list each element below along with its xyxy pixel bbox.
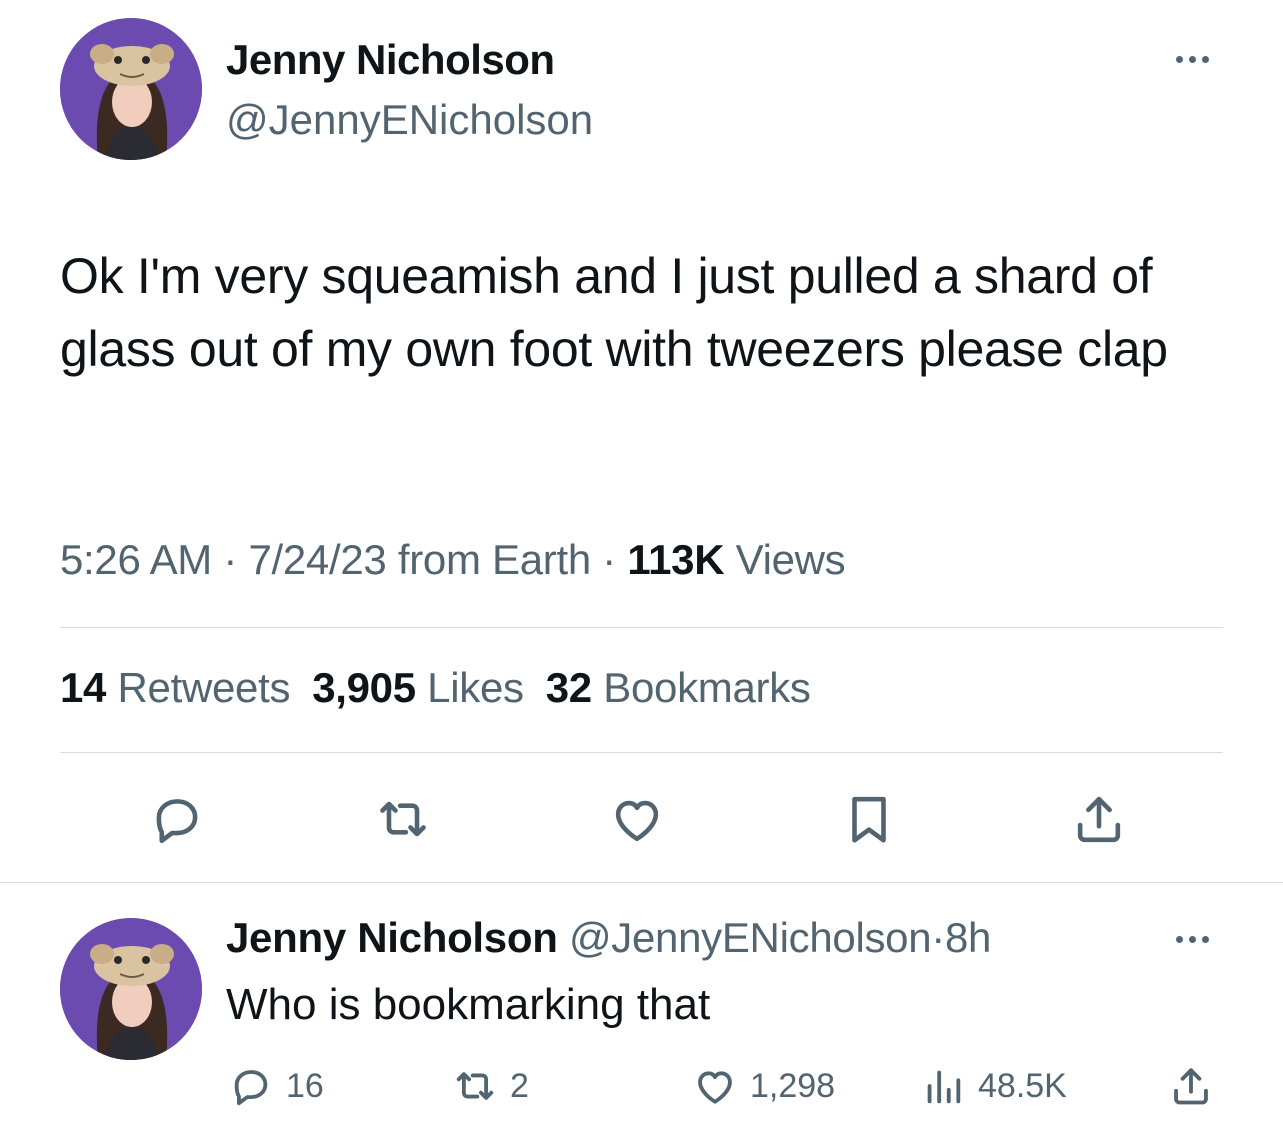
tweet-time[interactable]: 5:26 AM (60, 536, 212, 583)
tweet-meta: 5:26 AM · 7/24/23 from Earth · 113K View… (60, 536, 846, 584)
retweets-label: Retweets (117, 664, 291, 711)
tweet-text: Ok I'm very squeamish and I just pulled … (60, 248, 1168, 377)
views-icon (927, 1070, 961, 1104)
bookmark-button[interactable] (838, 788, 900, 850)
views-count: 48.5K (978, 1066, 1067, 1105)
divider (0, 882, 1283, 883)
reply-views-button[interactable]: 48.5K (920, 1062, 1067, 1110)
author-handle[interactable]: @JennyENicholson (226, 96, 593, 144)
share-button[interactable] (1068, 788, 1130, 850)
avatar-image (60, 918, 202, 1060)
meta-separator: · (602, 536, 616, 583)
retweets-stat[interactable]: 14 Retweets (60, 664, 290, 711)
divider (60, 627, 1223, 628)
reply-age[interactable]: 8h (945, 914, 991, 961)
reply-like-button[interactable]: 1,298 (692, 1062, 835, 1110)
divider (60, 752, 1223, 753)
reply-text: Who is bookmarking that (226, 980, 711, 1029)
reply-reply-button[interactable]: 16 (228, 1062, 324, 1110)
reply-button[interactable] (146, 788, 208, 850)
reply-more-options-icon[interactable] (1176, 936, 1209, 943)
reply-count: 16 (286, 1066, 324, 1105)
like-count: 1,298 (750, 1066, 836, 1105)
more-options-icon[interactable] (1176, 56, 1209, 63)
retweet-icon (380, 801, 426, 837)
author-name[interactable]: Jenny Nicholson (226, 36, 555, 84)
likes-stat[interactable]: 3,905 Likes (312, 664, 524, 711)
bookmark-icon (852, 796, 886, 843)
retweets-count: 14 (60, 664, 107, 711)
reply-author-avatar[interactable] (60, 918, 202, 1060)
retweet-count: 2 (510, 1066, 529, 1105)
like-icon (615, 800, 659, 842)
reply-author-handle[interactable]: @JennyENicholson (569, 914, 932, 961)
likes-label: Likes (427, 664, 524, 711)
reply-share-button[interactable] (1168, 1062, 1214, 1110)
like-icon (698, 1071, 732, 1104)
tweet-date[interactable]: 7/24/23 (248, 536, 386, 583)
tweet-source: from Earth (397, 536, 591, 583)
share-icon (1077, 796, 1121, 843)
reply-header: Jenny Nicholson @JennyENicholson·8h (226, 914, 991, 962)
reply-author-name[interactable]: Jenny Nicholson (226, 914, 558, 961)
reply-icon (234, 1070, 268, 1106)
retweet-icon (456, 1072, 494, 1100)
reply-icon (156, 799, 198, 844)
likes-count: 3,905 (312, 664, 416, 711)
author-avatar[interactable] (60, 18, 202, 160)
retweet-button[interactable] (372, 788, 434, 850)
share-icon (1174, 1068, 1208, 1105)
like-button[interactable] (606, 788, 668, 850)
bookmarks-count: 32 (545, 664, 592, 711)
reply-retweet-button[interactable]: 2 (452, 1062, 529, 1110)
views-count[interactable]: 113K (627, 536, 724, 583)
avatar-image (60, 18, 202, 160)
meta-separator: · (223, 536, 238, 583)
bookmarks-label: Bookmarks (603, 664, 811, 711)
reply-separator: · (931, 914, 945, 961)
views-label: Views (735, 536, 846, 583)
bookmarks-stat[interactable]: 32 Bookmarks (546, 664, 811, 711)
engagement-stats: 14 Retweets 3,905 Likes 32 Bookmarks (60, 664, 811, 712)
